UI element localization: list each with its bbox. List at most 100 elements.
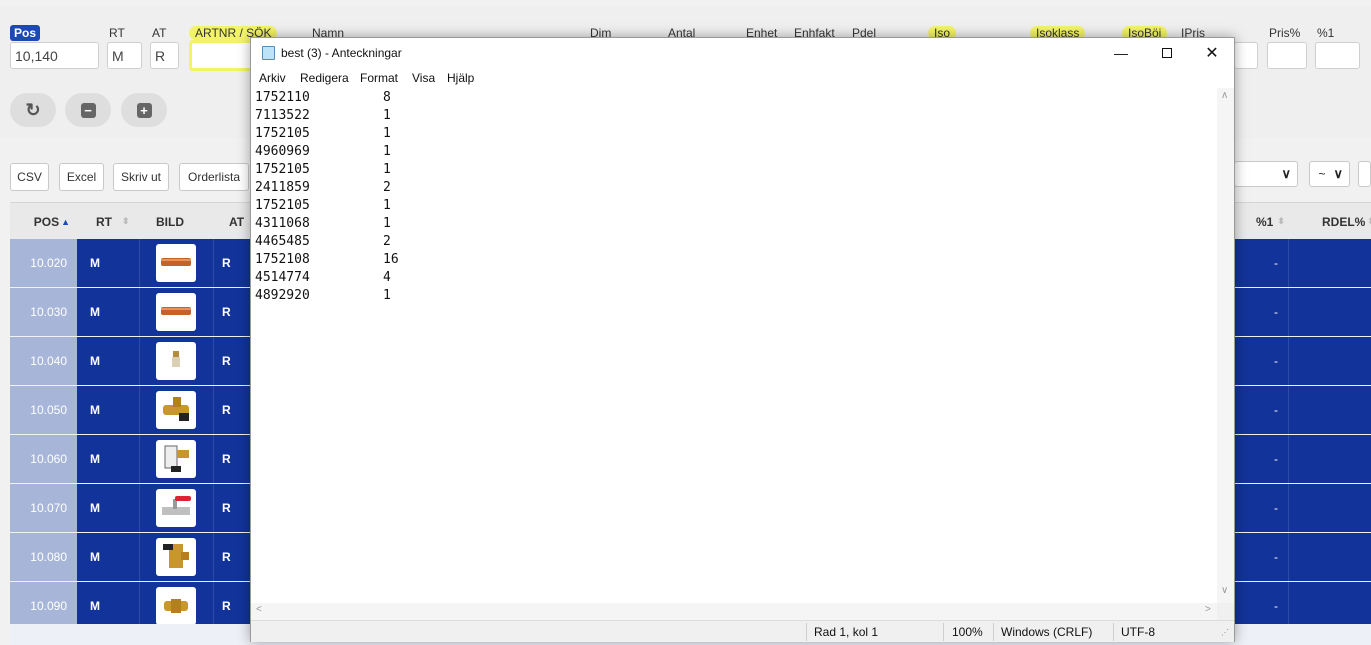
column-divider [213,582,214,630]
article-number: 4465485 [255,234,310,249]
product-image[interactable] [156,342,196,380]
column-divider [1288,288,1289,336]
row-pct1: - [1274,501,1278,515]
product-image[interactable] [156,440,196,478]
add-row-button[interactable]: + [121,93,167,127]
sort-select-value: ~ [1318,167,1326,181]
vertical-scrollbar[interactable]: ∧ ∨ [1217,88,1234,604]
column-divider [139,582,140,630]
rt-input[interactable] [107,42,142,69]
notepad-text-area[interactable]: 1752110 8 7113522 1 1752105 1 4960969 1 1752105 1… [251,88,1219,604]
extra-select[interactable] [1358,161,1371,187]
print-button[interactable]: Skriv ut [113,163,169,191]
scroll-right-icon[interactable]: > [1205,604,1211,615]
notepad-menubar: Arkiv Redigera Format Visa Hjälp [251,68,1234,88]
notepad-window[interactable]: best (3) - Anteckningar — ✕ Arkiv Redige… [250,37,1235,642]
status-divider [943,623,944,641]
article-number: 4892920 [255,288,310,303]
text-line: 1752110 8 [255,89,391,107]
pct1-input[interactable] [1315,42,1360,69]
column-divider [213,239,214,287]
pris-procent-label: Pris% [1269,26,1301,40]
quantity: 1 [383,216,391,231]
scroll-corner [1217,603,1234,620]
column-divider [139,484,140,532]
brass-valve-icon [159,395,193,426]
excel-button[interactable]: Excel [59,163,104,191]
minus-icon: − [80,102,96,118]
menu-format[interactable]: Format [360,71,398,85]
row-rt: M [90,550,100,564]
menu-hjalp[interactable]: Hjälp [447,71,474,85]
scroll-down-icon[interactable]: ∨ [1221,585,1228,596]
ball-valve-icon [159,493,193,524]
pct1-label: %1 [1317,26,1335,40]
row-pct1: - [1274,550,1278,564]
col-pos-header[interactable]: POS ▲ [10,203,76,240]
column-divider [139,533,140,581]
quantity: 2 [383,234,391,249]
remove-row-button[interactable]: − [65,93,111,127]
ipris-input[interactable] [1234,42,1258,69]
refresh-button[interactable]: ↻ [10,93,56,127]
chevron-down-icon: ∨ [1333,166,1343,181]
artnr-search-input[interactable] [189,40,259,71]
pris-procent-input[interactable] [1267,42,1307,69]
col-rt-header[interactable]: RT ⬍ [96,203,136,240]
column-divider [139,435,140,483]
close-button[interactable]: ✕ [1189,38,1235,68]
pos-input[interactable] [10,42,99,69]
row-pct1: - [1274,256,1278,270]
csv-button[interactable]: CSV [10,163,49,191]
at-input[interactable] [150,42,179,69]
product-image[interactable] [156,244,196,282]
status-divider [993,623,994,641]
angle-valve-icon [161,540,191,575]
row-pos: 10.080 [10,533,77,581]
text-line: 4514774 4 [255,269,391,287]
resize-grip-icon[interactable]: ⋰ [1221,628,1229,637]
product-image[interactable] [156,391,196,429]
row-rt: M [90,501,100,515]
product-image[interactable] [156,489,196,527]
col-rdel-header[interactable]: RDEL%⬍ [1322,203,1371,240]
text-line: 4960969 1 [255,143,391,161]
column-divider [1288,337,1289,385]
column-divider [213,288,214,336]
scroll-up-icon[interactable]: ∧ [1221,90,1228,101]
text-line: 7113522 1 [255,107,391,125]
menu-arkiv[interactable]: Arkiv [259,71,286,85]
product-image[interactable] [156,538,196,576]
article-number: 1752105 [255,162,310,177]
product-image[interactable] [156,587,196,625]
product-image[interactable] [156,293,196,331]
row-rt: M [90,354,100,368]
minimize-button[interactable]: — [1098,38,1144,68]
quantity: 2 [383,180,391,195]
row-pct1: - [1274,354,1278,368]
row-at: R [222,403,231,417]
article-number: 2411859 [255,180,310,195]
column-select[interactable]: ∨ [1234,161,1298,187]
sort-icon: ⬍ [1277,216,1285,226]
sort-select[interactable]: ~ ∨ [1309,161,1350,187]
plus-icon: + [136,102,152,118]
col-pct1-header[interactable]: %1 ⬍ [1256,203,1286,240]
orderlist-button[interactable]: Orderlista [179,163,249,191]
column-divider [1288,239,1289,287]
horizontal-scrollbar[interactable]: < > [251,603,1219,620]
thermostat-valve-icon [161,442,191,477]
column-divider [139,239,140,287]
row-pos: 10.030 [10,288,77,336]
quantity: 1 [383,162,391,177]
maximize-button[interactable] [1144,38,1190,68]
row-at: R [222,354,231,368]
scroll-left-icon[interactable]: < [256,604,262,615]
quantity: 16 [383,252,399,267]
menu-redigera[interactable]: Redigera [300,71,349,85]
notepad-icon [262,46,275,60]
notepad-titlebar[interactable]: best (3) - Anteckningar — ✕ [251,38,1234,68]
menu-visa[interactable]: Visa [412,71,435,85]
row-pct1: - [1274,599,1278,613]
encoding: UTF-8 [1121,625,1155,639]
